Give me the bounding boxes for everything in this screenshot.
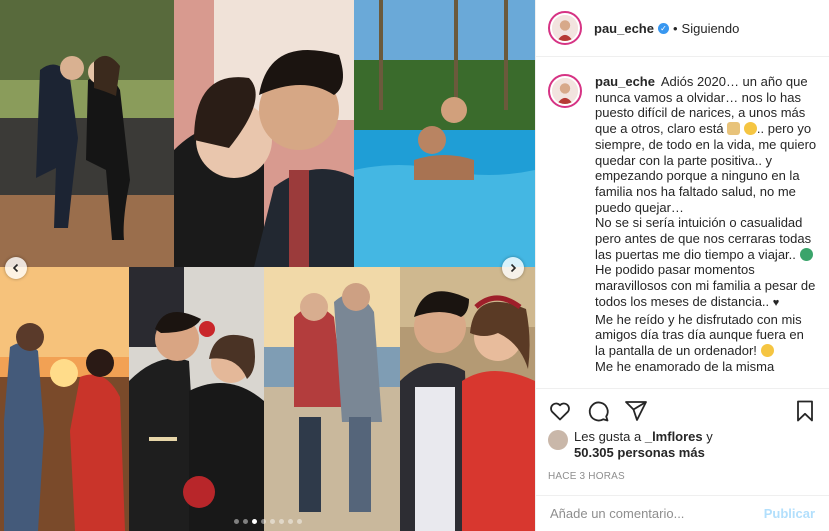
photo-couple-red-dress bbox=[400, 267, 535, 531]
post-media[interactable] bbox=[0, 0, 535, 531]
caption-area: pau_eche Adiós 2020… un año que nunca va… bbox=[536, 58, 829, 388]
liker-username[interactable]: _lmflores bbox=[645, 429, 703, 444]
carousel-next-button[interactable] bbox=[502, 257, 524, 279]
share-button[interactable] bbox=[624, 399, 648, 423]
carousel-prev-button[interactable] bbox=[5, 257, 27, 279]
bookmark-icon bbox=[797, 400, 813, 422]
carousel-dot bbox=[251, 519, 257, 524]
post-side-panel: pau_eche ✓ • Siguiendo pau_eche Adiós 20… bbox=[535, 0, 829, 531]
liker-avatar[interactable] bbox=[548, 430, 568, 450]
heart-emoji-icon: ♥ bbox=[772, 296, 780, 309]
photo-beach-hug bbox=[264, 267, 400, 531]
photo-pool bbox=[354, 0, 535, 267]
carousel-dot bbox=[287, 519, 293, 524]
carousel-dot bbox=[233, 519, 239, 524]
like-button[interactable] bbox=[548, 399, 572, 423]
header-separator: • bbox=[672, 20, 678, 36]
caption-line-2: No se si sería intuición o casualidad pe… bbox=[595, 215, 812, 262]
chevron-right-icon bbox=[510, 263, 517, 273]
caption-avatar[interactable] bbox=[548, 74, 582, 108]
avatar[interactable] bbox=[548, 11, 582, 45]
photo-sunset bbox=[0, 267, 129, 531]
add-comment-bar: Publicar bbox=[536, 495, 829, 531]
comment-button[interactable] bbox=[586, 399, 610, 423]
globe-emoji-icon bbox=[799, 247, 813, 261]
caption-line-3: He podido pasar momentos maravillosos co… bbox=[595, 262, 816, 309]
carousel-dot bbox=[278, 519, 284, 524]
likes-count-link[interactable]: 50.305 personas más bbox=[574, 445, 705, 460]
following-button[interactable]: Siguiendo bbox=[682, 21, 740, 36]
caption-line-5: Me he enamorado de la misma bbox=[595, 358, 775, 374]
share-icon bbox=[625, 401, 647, 421]
likes-connector: y bbox=[706, 429, 713, 444]
post-actions: Les gusta a _lmflores y 50.305 personas … bbox=[536, 388, 829, 482]
carousel-dot bbox=[296, 519, 302, 524]
likes-prefix: Les gusta a bbox=[574, 429, 642, 444]
likes-summary: Les gusta a _lmflores y 50.305 personas … bbox=[548, 429, 817, 461]
post-comment-button[interactable]: Publicar bbox=[764, 506, 815, 521]
verified-badge-icon: ✓ bbox=[657, 22, 669, 34]
post-header: pau_eche ✓ • Siguiendo bbox=[536, 0, 829, 57]
comment-icon bbox=[588, 401, 609, 422]
heart-icon bbox=[550, 402, 570, 421]
chevron-left-icon bbox=[12, 263, 19, 273]
comment-input[interactable] bbox=[550, 506, 764, 521]
laugh-emoji-icon bbox=[760, 343, 774, 357]
post-timestamp[interactable]: HACE 3 HORAS bbox=[548, 471, 817, 482]
carousel-dot bbox=[242, 519, 248, 524]
photo-christmas bbox=[129, 267, 264, 531]
pray-emoji-icon bbox=[727, 122, 741, 136]
carousel-indicator bbox=[0, 519, 535, 524]
carousel-dot bbox=[269, 519, 275, 524]
caption-text: pau_eche Adiós 2020… un año que nunca va… bbox=[595, 74, 817, 388]
carousel-dot bbox=[260, 519, 266, 524]
caption-username[interactable]: pau_eche bbox=[595, 74, 655, 89]
smile-emoji-icon bbox=[743, 122, 757, 136]
photo-couple-bench bbox=[0, 0, 174, 267]
username-link[interactable]: pau_eche bbox=[594, 21, 654, 36]
photo-couple-selfie bbox=[174, 0, 354, 267]
save-button[interactable] bbox=[793, 399, 817, 423]
